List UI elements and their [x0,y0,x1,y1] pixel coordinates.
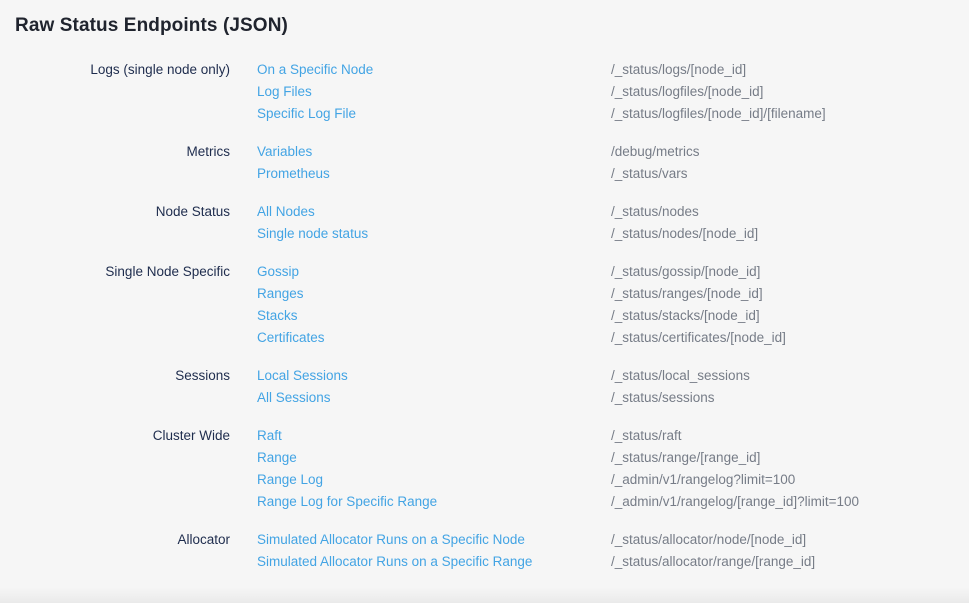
category-label: Allocator [15,529,257,551]
endpoint-link[interactable]: Range Log [257,469,611,491]
endpoint-link[interactable]: On a Specific Node [257,59,611,81]
endpoint-path: /_status/allocator/range/[range_id] [611,551,954,573]
endpoint-paths-column: /_status/allocator/node/[node_id]/_statu… [611,529,954,573]
endpoint-link[interactable]: Prometheus [257,163,611,185]
category-label: Node Status [15,201,257,223]
endpoint-links-column: All NodesSingle node status [257,201,611,245]
endpoint-link[interactable]: Range Log for Specific Range [257,491,611,513]
endpoint-path: /_status/gossip/[node_id] [611,261,954,283]
endpoint-links-column: On a Specific NodeLog FilesSpecific Log … [257,59,611,125]
endpoint-path: /_admin/v1/rangelog?limit=100 [611,469,954,491]
endpoint-path: /_status/stacks/[node_id] [611,305,954,327]
endpoint-links-column: GossipRangesStacksCertificates [257,261,611,349]
endpoint-links-column: Local SessionsAll Sessions [257,365,611,409]
endpoint-path: /_status/nodes/[node_id] [611,223,954,245]
endpoint-path: /_status/sessions [611,387,954,409]
endpoint-path: /_status/certificates/[node_id] [611,327,954,349]
endpoint-group: SessionsLocal SessionsAll Sessions/_stat… [15,365,954,409]
endpoint-path: /debug/metrics [611,141,954,163]
endpoint-path: /_status/nodes [611,201,954,223]
category-label: Sessions [15,365,257,387]
endpoint-link[interactable]: Gossip [257,261,611,283]
endpoint-link[interactable]: Stacks [257,305,611,327]
endpoint-group: Node StatusAll NodesSingle node status/_… [15,201,954,245]
category-label: Single Node Specific [15,261,257,283]
endpoint-group: Logs (single node only)On a Specific Nod… [15,59,954,125]
endpoint-link[interactable]: Single node status [257,223,611,245]
endpoint-path: /_status/logfiles/[node_id]/[filename] [611,103,954,125]
endpoint-paths-column: /_status/logs/[node_id]/_status/logfiles… [611,59,954,125]
endpoint-link[interactable]: Log Files [257,81,611,103]
endpoint-paths-column: /debug/metrics/_status/vars [611,141,954,185]
endpoint-link[interactable]: Certificates [257,327,611,349]
endpoint-paths-column: /_status/local_sessions/_status/sessions [611,365,954,409]
page-title: Raw Status Endpoints (JSON) [15,13,954,39]
endpoint-link[interactable]: Simulated Allocator Runs on a Specific R… [257,551,611,573]
endpoint-path: /_status/vars [611,163,954,185]
endpoint-group: Single Node SpecificGossipRangesStacksCe… [15,261,954,349]
endpoint-path: /_status/ranges/[node_id] [611,283,954,305]
bottom-fade [0,587,969,603]
endpoint-paths-column: /_status/raft/_status/range/[range_id]/_… [611,425,954,513]
category-label: Logs (single node only) [15,59,257,81]
endpoint-link[interactable]: Raft [257,425,611,447]
endpoint-link[interactable]: Ranges [257,283,611,305]
endpoint-paths-column: /_status/nodes/_status/nodes/[node_id] [611,201,954,245]
endpoint-link[interactable]: All Sessions [257,387,611,409]
endpoint-group: MetricsVariablesPrometheus/debug/metrics… [15,141,954,185]
endpoint-links-column: RaftRangeRange LogRange Log for Specific… [257,425,611,513]
debug-endpoints-page: Raw Status Endpoints (JSON) Logs (single… [0,0,969,603]
category-label: Metrics [15,141,257,163]
endpoint-path: /_status/raft [611,425,954,447]
endpoint-links-column: VariablesPrometheus [257,141,611,185]
endpoint-path: /_status/logs/[node_id] [611,59,954,81]
endpoint-paths-column: /_status/gossip/[node_id]/_status/ranges… [611,261,954,349]
endpoint-table: Logs (single node only)On a Specific Nod… [15,59,954,573]
endpoint-link[interactable]: Local Sessions [257,365,611,387]
endpoint-path: /_status/local_sessions [611,365,954,387]
endpoint-path: /_status/range/[range_id] [611,447,954,469]
endpoint-link[interactable]: Range [257,447,611,469]
endpoint-links-column: Simulated Allocator Runs on a Specific N… [257,529,611,573]
endpoint-path: /_status/allocator/node/[node_id] [611,529,954,551]
endpoint-group: Cluster WideRaftRangeRange LogRange Log … [15,425,954,513]
endpoint-link[interactable]: Simulated Allocator Runs on a Specific N… [257,529,611,551]
category-label: Cluster Wide [15,425,257,447]
endpoint-link[interactable]: All Nodes [257,201,611,223]
endpoint-path: /_admin/v1/rangelog/[range_id]?limit=100 [611,491,954,513]
endpoint-path: /_status/logfiles/[node_id] [611,81,954,103]
endpoint-link[interactable]: Specific Log File [257,103,611,125]
endpoint-link[interactable]: Variables [257,141,611,163]
endpoint-group: AllocatorSimulated Allocator Runs on a S… [15,529,954,573]
